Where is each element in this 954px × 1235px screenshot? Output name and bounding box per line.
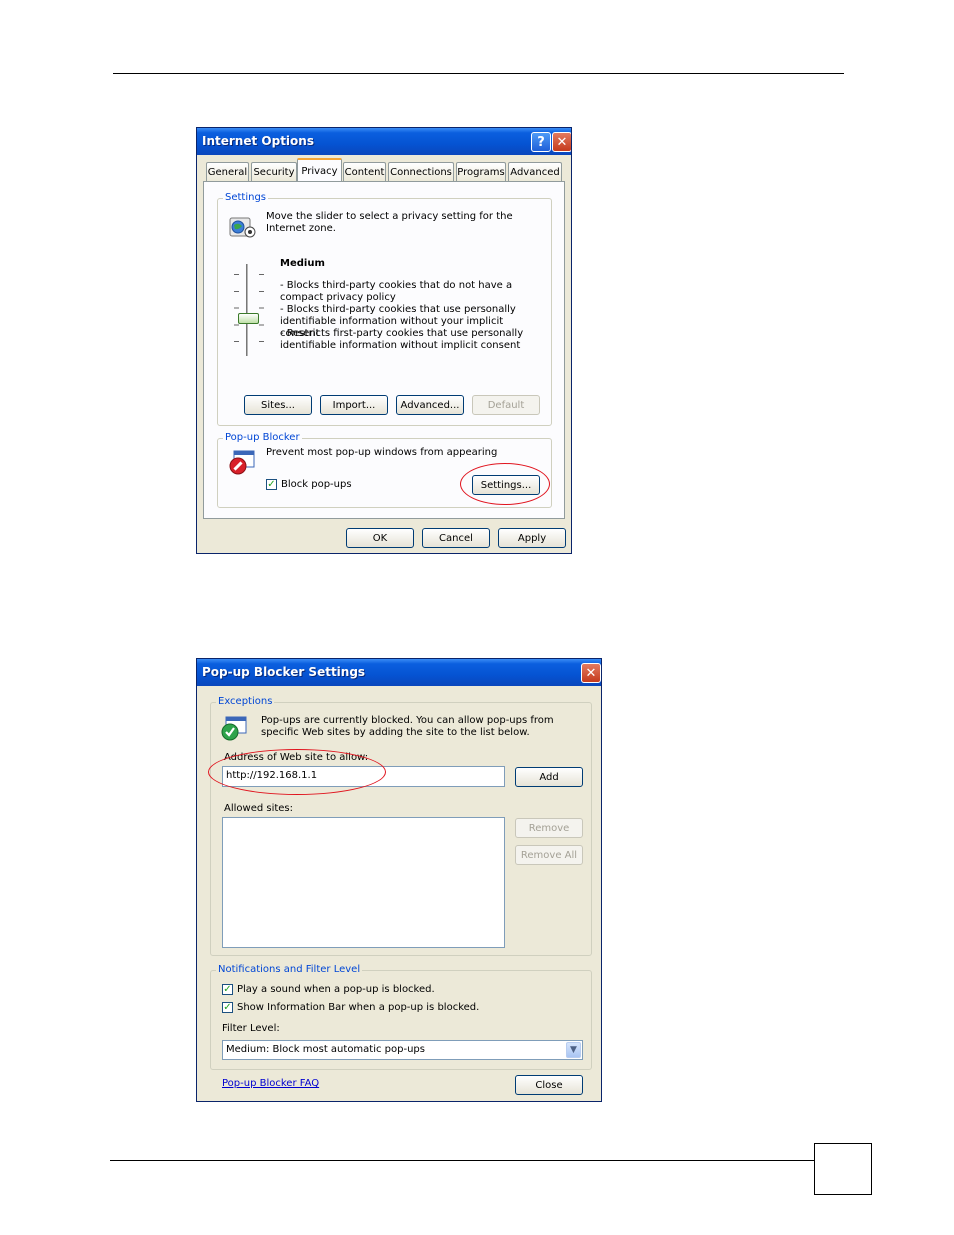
remove-all-button[interactable]: Remove All xyxy=(515,845,583,865)
highlight-circle xyxy=(208,749,386,795)
tab-content[interactable]: Content xyxy=(343,162,386,181)
tab-general[interactable]: General xyxy=(206,162,249,181)
tab-privacy[interactable]: Privacy xyxy=(297,158,342,182)
apply-button[interactable]: Apply xyxy=(498,528,566,548)
popup-blocked-icon xyxy=(229,450,255,475)
tab-label: General xyxy=(207,166,248,178)
tab-label: Security xyxy=(253,166,295,178)
close-button[interactable]: ✕ xyxy=(552,132,571,152)
privacy-level-title: Medium xyxy=(280,258,325,269)
tab-connections[interactable]: Connections xyxy=(388,162,454,181)
info-bar-label: Show Information Bar when a pop-up is bl… xyxy=(237,1002,480,1013)
page-footer-rule xyxy=(110,1160,815,1161)
dialog-title: Pop-up Blocker Settings xyxy=(202,665,366,679)
default-button[interactable]: Default xyxy=(472,395,540,415)
notifications-legend: Notifications and Filter Level xyxy=(216,964,363,975)
tab-label: Advanced xyxy=(510,166,560,178)
filter-level-label: Filter Level: xyxy=(222,1023,280,1034)
play-sound-checkbox[interactable]: ✓ xyxy=(222,984,233,995)
block-popups-label: Block pop-ups xyxy=(281,479,352,490)
popup-blocker-description: Prevent most pop-up windows from appeari… xyxy=(266,447,498,458)
dialog-title: Internet Options xyxy=(202,134,314,148)
exceptions-legend: Exceptions xyxy=(216,696,275,707)
page-header-rule xyxy=(113,73,844,74)
privacy-intro-text: Move the slider to select a privacy sett… xyxy=(266,211,513,234)
title-bar[interactable]: Internet Options ? ✕ xyxy=(197,128,571,155)
info-bar-checkbox[interactable]: ✓ xyxy=(222,1002,233,1013)
play-sound-label: Play a sound when a pop-up is blocked. xyxy=(237,984,435,995)
allowed-sites-label: Allowed sites: xyxy=(224,803,294,814)
privacy-bullet-3: - Restricts first-party cookies that use… xyxy=(280,328,524,350)
privacy-bullet-1: - Blocks third-party cookies that do not… xyxy=(280,280,513,303)
slider-tick-marks xyxy=(234,266,264,356)
tab-label: Privacy xyxy=(301,165,338,177)
tab-label: Content xyxy=(344,166,385,178)
tab-programs[interactable]: Programs xyxy=(456,162,506,181)
privacy-globe-icon xyxy=(229,217,256,238)
cancel-button[interactable]: Cancel xyxy=(422,528,490,548)
close-dialog-button[interactable]: Close xyxy=(515,1075,583,1095)
allowed-sites-list[interactable] xyxy=(222,817,505,948)
close-button[interactable]: ✕ xyxy=(581,663,601,683)
sites-button[interactable]: Sites... xyxy=(244,395,312,415)
remove-button[interactable]: Remove xyxy=(515,818,583,838)
chevron-down-icon[interactable]: ▼ xyxy=(566,1042,581,1058)
privacy-slider-thumb[interactable] xyxy=(238,313,259,324)
page-number-box xyxy=(814,1143,872,1195)
settings-legend: Settings xyxy=(223,192,269,203)
filter-level-select[interactable]: Medium: Block most automatic pop-ups ▼ xyxy=(222,1040,583,1060)
ok-button[interactable]: OK xyxy=(346,528,414,548)
highlight-circle xyxy=(460,463,550,505)
filter-level-value: Medium: Block most automatic pop-ups xyxy=(226,1044,425,1055)
title-bar[interactable]: Pop-up Blocker Settings ✕ xyxy=(197,659,601,686)
popup-allowed-icon xyxy=(221,716,247,741)
exceptions-info-text: Pop-ups are currently blocked. You can a… xyxy=(261,715,554,738)
block-popups-checkbox[interactable]: ✓ xyxy=(266,479,277,490)
help-button[interactable]: ? xyxy=(531,132,551,152)
popup-faq-link[interactable]: Pop-up Blocker FAQ xyxy=(222,1078,319,1089)
tab-label: Connections xyxy=(390,166,452,178)
tab-advanced[interactable]: Advanced xyxy=(508,162,562,181)
tab-label: Programs xyxy=(457,166,505,178)
advanced-button[interactable]: Advanced... xyxy=(396,395,464,415)
import-button[interactable]: Import... xyxy=(320,395,388,415)
tab-security[interactable]: Security xyxy=(251,162,297,181)
popup-blocker-legend: Pop-up Blocker xyxy=(223,432,302,443)
add-button[interactable]: Add xyxy=(515,767,583,787)
